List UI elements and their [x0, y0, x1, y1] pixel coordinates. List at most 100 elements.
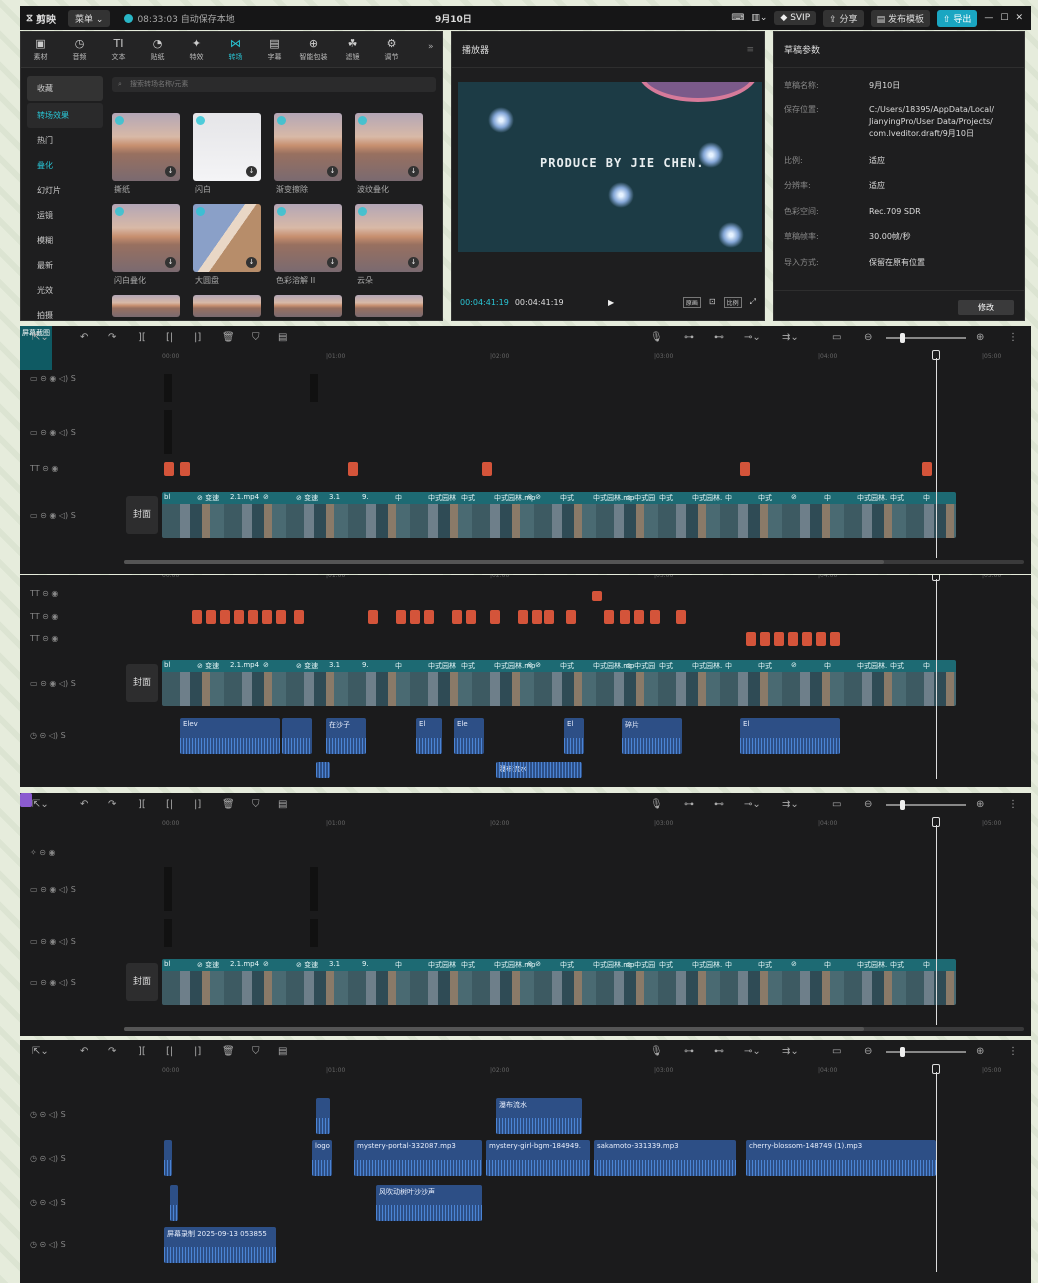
audio-clip[interactable]: Elev [180, 718, 280, 754]
caption-icon[interactable]: ▤ [278, 799, 287, 810]
download-icon[interactable]: ↓ [327, 257, 338, 268]
text-clip[interactable] [544, 610, 554, 624]
layout-icon[interactable]: ▥⌄ [751, 13, 767, 23]
text-clip[interactable] [452, 610, 462, 624]
download-icon[interactable]: ↓ [246, 257, 257, 268]
video-track-clips[interactable]: bl ⊘ 变速 2.1.mp4 ⊘ ⊘ 变速 3.1 9. 中中式园林 中式 中式园林.mp ⊘ ⊘… [162, 959, 956, 1005]
audio-clip[interactable] [316, 1098, 330, 1134]
text-clip[interactable] [518, 610, 528, 624]
tool-文本[interactable]: TI 文本 [99, 32, 138, 67]
undo-icon[interactable]: ↶ [80, 1046, 88, 1057]
more-icon[interactable]: ⋮ [1008, 799, 1018, 810]
delete-icon[interactable]: 🗑 [222, 332, 235, 343]
audio-clip[interactable] [316, 762, 330, 778]
transition-thumb[interactable]: ↓ [193, 113, 261, 181]
more-icon[interactable]: ⋮ [1008, 1046, 1018, 1057]
audio-clip[interactable]: 碎片 [622, 718, 682, 754]
download-icon[interactable]: ↓ [327, 166, 338, 177]
text-clip[interactable] [620, 610, 630, 624]
text-clip[interactable] [760, 632, 770, 646]
close-icon[interactable]: ✕ [1015, 13, 1023, 23]
transition-thumb[interactable] [193, 295, 261, 317]
text-clip[interactable] [248, 610, 258, 624]
mic-icon[interactable]: 🎙 [650, 1046, 663, 1057]
player-menu-icon[interactable]: ≡ [746, 45, 754, 55]
export-button[interactable]: ⇧ 导出 [936, 9, 978, 27]
text-clip[interactable] [396, 610, 406, 624]
transition-thumb[interactable]: ↓ [274, 113, 342, 181]
download-icon[interactable]: ↓ [408, 166, 419, 177]
text-clip[interactable] [774, 632, 784, 646]
clip-marker[interactable] [310, 867, 318, 911]
zoom-out-icon[interactable]: ⊖ [864, 799, 872, 810]
link-icon[interactable]: ⊶ [684, 332, 694, 343]
category-item[interactable]: 模糊 [27, 228, 103, 253]
text-clip[interactable] [746, 632, 756, 646]
text-clip[interactable] [830, 632, 840, 646]
download-icon[interactable]: ↓ [408, 257, 419, 268]
scrollbar-thumb[interactable] [124, 1027, 864, 1031]
tool-字幕[interactable]: ▤ 字幕 [255, 32, 294, 67]
transition-thumb[interactable] [112, 295, 180, 317]
text-clip[interactable] [348, 462, 358, 476]
zoom-slider[interactable] [886, 1051, 966, 1053]
download-icon[interactable]: ↓ [165, 257, 176, 268]
transition-thumb[interactable] [355, 295, 423, 317]
tool-智能包装[interactable]: ⊕ 智能包装 [294, 32, 333, 67]
text-clip[interactable] [164, 462, 174, 476]
split-icon[interactable]: ][ [138, 799, 146, 810]
preview-icon[interactable]: ▭ [832, 1046, 841, 1057]
tool-特效[interactable]: ✦ 特效 [177, 32, 216, 67]
chain-icon[interactable]: ⊸⌄ [744, 1046, 761, 1057]
text-clip[interactable] [592, 591, 602, 601]
text-clip[interactable] [740, 462, 750, 476]
align-icon[interactable]: ⇉⌄ [782, 332, 799, 343]
menu-button[interactable]: 菜单 ⌄ [68, 9, 111, 27]
text-clip[interactable] [180, 462, 190, 476]
text-clip[interactable] [262, 610, 272, 624]
align-icon[interactable]: ⇉⌄ [782, 1046, 799, 1057]
ratio-button[interactable]: 比例 [723, 297, 742, 308]
more-tools-icon[interactable]: » [428, 42, 434, 52]
transition-thumb[interactable]: ↓ [355, 113, 423, 181]
zoom-in-icon[interactable]: ⊕ [976, 799, 984, 810]
split-left-icon[interactable]: [| [166, 799, 173, 810]
zoom-slider[interactable] [886, 337, 966, 339]
category-item[interactable]: 最新 [27, 253, 103, 278]
redo-icon[interactable]: ↷ [108, 332, 116, 343]
category-item[interactable]: 热门 [27, 128, 103, 153]
audio-clip[interactable]: 风吹动树叶沙沙声 [376, 1185, 482, 1221]
text-clip[interactable] [466, 610, 476, 624]
cover-button[interactable]: 封面 [126, 963, 158, 1001]
select-icon[interactable]: ⇱⌄ [32, 799, 49, 810]
caption-icon[interactable]: ▤ [278, 332, 287, 343]
tool-素材[interactable]: ▣ 素材 [21, 32, 60, 67]
audio-clip[interactable]: El [564, 718, 584, 754]
preview-icon[interactable]: ▭ [832, 799, 841, 810]
shield-icon[interactable]: ⛉ [252, 799, 260, 810]
transition-thumb[interactable] [274, 295, 342, 317]
text-clip[interactable] [276, 610, 286, 624]
clip-marker[interactable] [164, 919, 172, 947]
select-icon[interactable]: ⇱⌄ [32, 1046, 49, 1057]
share-button[interactable]: ⇪ 分享 [823, 9, 864, 27]
magnet-icon[interactable]: ⊷ [714, 799, 724, 810]
audio-clip[interactable]: Ele [454, 718, 484, 754]
link-icon[interactable]: ⊶ [684, 799, 694, 810]
clip-marker[interactable] [164, 374, 172, 402]
chain-icon[interactable]: ⊸⌄ [744, 799, 761, 810]
magnet-icon[interactable]: ⊷ [714, 332, 724, 343]
text-clip[interactable] [220, 610, 230, 624]
video-track-clips[interactable]: bl ⊘ 变速 2.1.mp4 ⊘ ⊘ 变速 3.1 9. 中中式园林 中式 中式园林.mp ⊘ ⊘… [162, 492, 956, 538]
clip-marker[interactable] [164, 410, 172, 454]
category-item[interactable]: 幻灯片 [27, 178, 103, 203]
mic-icon[interactable]: 🎙 [650, 332, 663, 343]
zoom-out-icon[interactable]: ⊖ [864, 1046, 872, 1057]
maximize-icon[interactable]: ☐ [1000, 13, 1008, 23]
audio-clip[interactable]: 瀑布流水 [496, 762, 582, 778]
audio-clip[interactable] [170, 1185, 178, 1221]
clip-marker[interactable] [164, 867, 172, 911]
audio-clip[interactable]: 在沙子 [326, 718, 366, 754]
zoom-knob[interactable] [900, 1047, 905, 1057]
zoom-out-icon[interactable]: ⊖ [864, 332, 872, 343]
